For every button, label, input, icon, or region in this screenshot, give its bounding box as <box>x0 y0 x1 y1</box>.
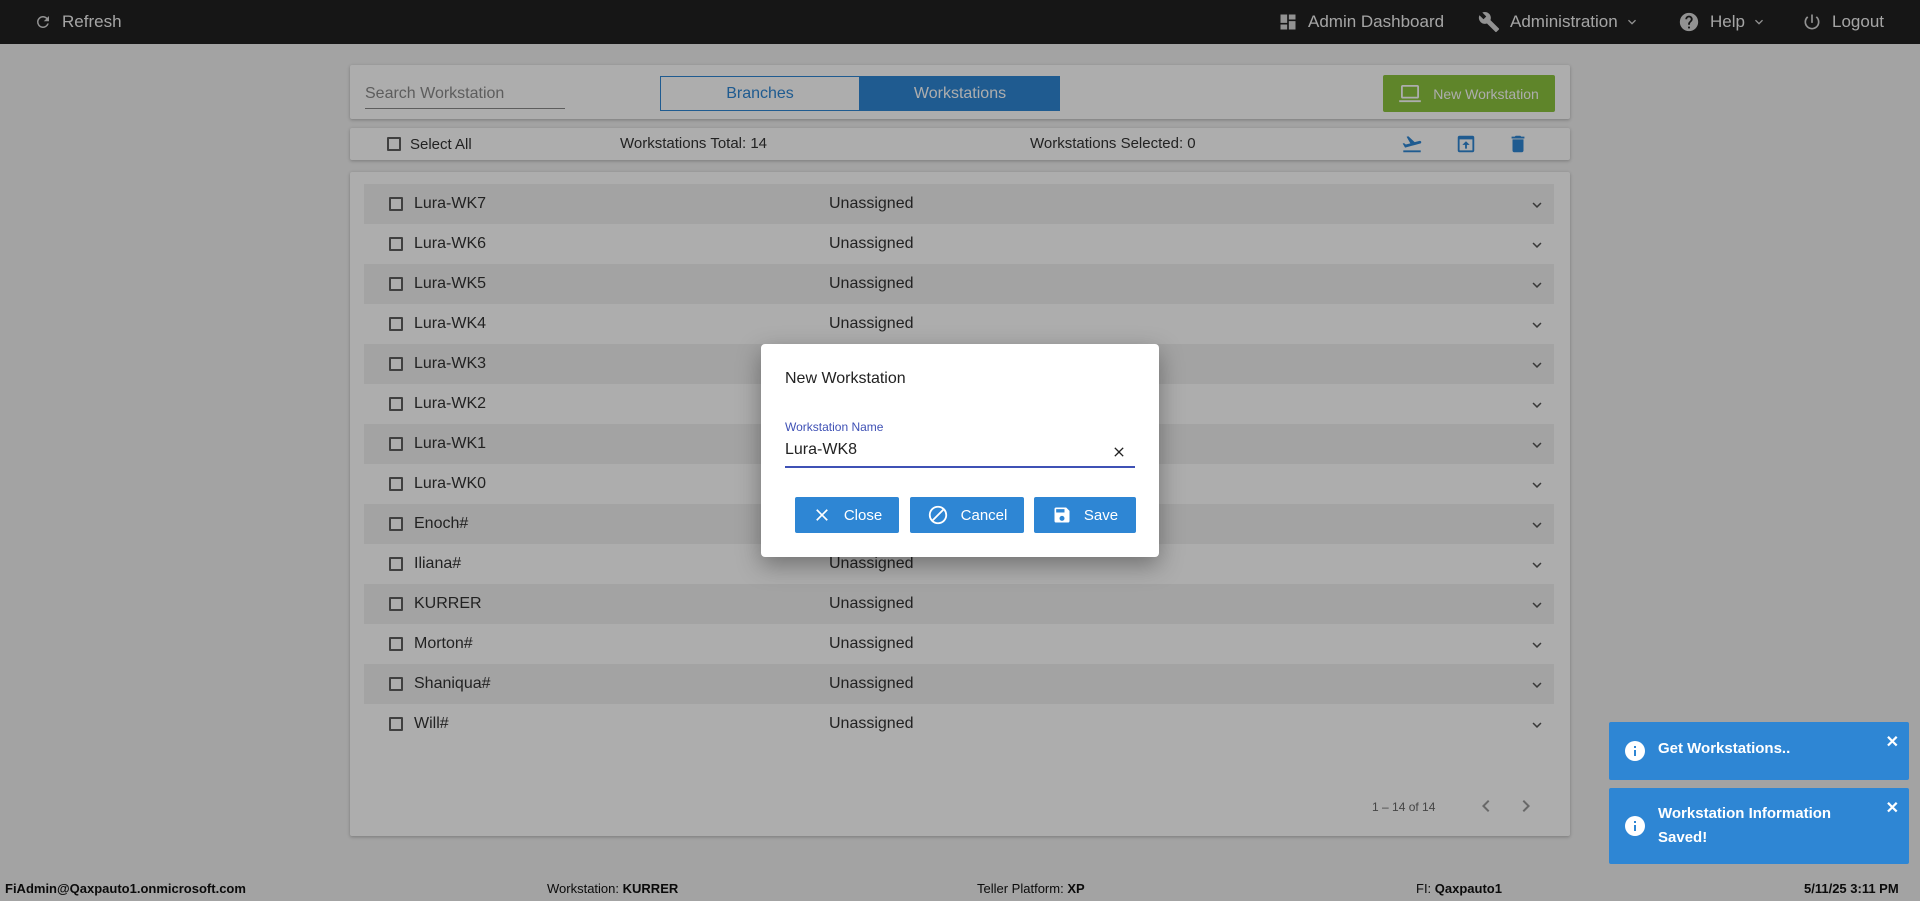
close-label: Close <box>843 506 883 524</box>
info-icon <box>1625 816 1645 836</box>
cancel-button[interactable]: Cancel <box>910 497 1024 533</box>
clear-input-button[interactable] <box>1111 444 1127 465</box>
toast-message: Workstation Information Saved! <box>1658 805 1832 846</box>
close-icon <box>1114 447 1124 457</box>
new-workstation-dialog: New Workstation Workstation Name Close C… <box>761 344 1159 557</box>
info-icon <box>1625 741 1645 761</box>
toast-close-button[interactable]: ✕ <box>1886 798 1899 818</box>
toast-message: Get Workstations.. <box>1658 740 1791 757</box>
close-icon <box>815 509 828 521</box>
block-icon <box>928 505 947 525</box>
toast-get-workstations: Get Workstations.. ✕ <box>1609 722 1909 780</box>
save-icon <box>1054 507 1070 523</box>
toast-close-button[interactable]: ✕ <box>1886 732 1899 752</box>
workstation-name-label: Workstation Name <box>785 420 884 434</box>
workstation-name-input[interactable] <box>785 439 1125 461</box>
close-button[interactable]: Close <box>795 497 899 533</box>
cancel-label: Cancel <box>960 506 1008 524</box>
input-underline <box>785 466 1135 468</box>
save-button[interactable]: Save <box>1034 497 1136 533</box>
dialog-title: New Workstation <box>785 370 906 387</box>
save-label: Save <box>1083 506 1119 524</box>
toast-workstation-saved: Workstation Information Saved! ✕ <box>1609 788 1909 864</box>
